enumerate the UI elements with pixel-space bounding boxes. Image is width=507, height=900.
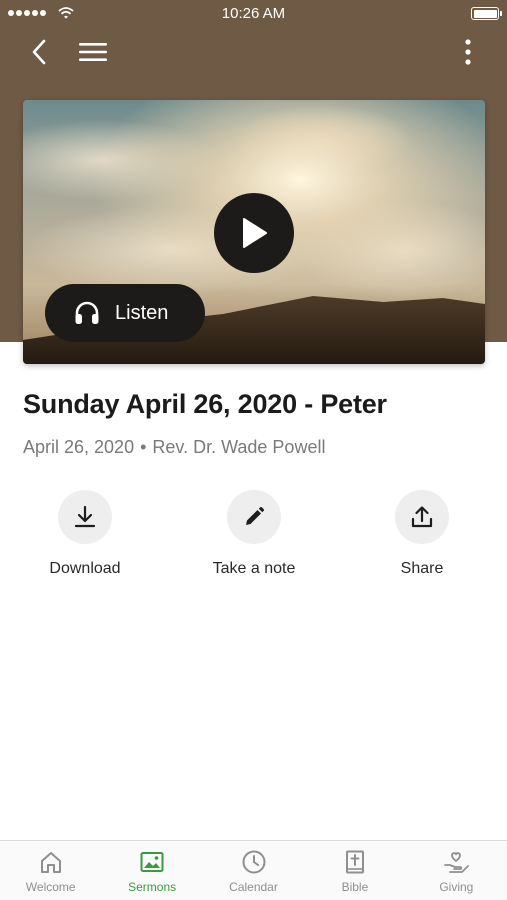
bottom-tab-bar: Welcome Sermons Calendar Bible Giving [0,840,507,900]
share-label: Share [400,560,444,577]
meta-separator: • [140,437,147,457]
tab-welcome[interactable]: Welcome [0,841,101,900]
tab-bible[interactable]: Bible [304,841,405,900]
take-note-button[interactable]: Take a note [179,490,329,578]
download-icon-circle [58,490,112,544]
sermon-speaker: Rev. Dr. Wade Powell [152,437,326,457]
more-options-button[interactable] [453,34,483,70]
hamburger-icon [79,43,107,61]
headphones-icon [75,301,99,324]
tab-sermons-label: Sermons [128,880,177,894]
tab-welcome-label: Welcome [25,880,76,894]
play-icon [243,218,267,248]
listen-label: Listen [115,301,169,324]
pencil-icon-circle [227,490,281,544]
giving-hand-icon [444,852,470,873]
tab-giving[interactable]: Giving [406,841,507,900]
status-time: 10:26 AM [221,5,286,22]
home-icon [40,852,61,873]
listen-button[interactable]: Listen [45,284,205,342]
bible-icon [345,850,364,874]
clock-icon [242,850,266,874]
tab-bible-label: Bible [341,880,369,894]
vertical-ellipsis-icon [465,39,471,65]
sermon-date: April 26, 2020 [23,437,135,457]
download-icon [74,505,96,528]
share-button[interactable]: Share [347,490,497,578]
status-bar: 10:26 AM [0,0,507,28]
tab-sermons[interactable]: Sermons [101,841,202,900]
image-icon [140,852,164,872]
share-icon [411,506,433,528]
chevron-left-icon [32,39,46,65]
download-button[interactable]: Download [10,490,160,578]
back-button[interactable] [22,34,56,70]
sermon-video-card[interactable]: Listen [23,100,485,364]
sermon-title: Sunday April 26, 2020 - Peter [23,389,387,419]
take-note-label: Take a note [212,560,296,577]
tab-calendar-label: Calendar [229,880,278,894]
download-label: Download [49,560,121,577]
tab-giving-label: Giving [439,880,474,894]
pencil-icon [246,506,265,525]
battery-icon [471,7,502,20]
menu-button[interactable] [72,34,114,70]
share-icon-circle [395,490,449,544]
sermon-meta: April 26, 2020 • Rev. Dr. Wade Powell [23,437,325,458]
tab-calendar[interactable]: Calendar [203,841,304,900]
play-button[interactable] [214,193,294,273]
